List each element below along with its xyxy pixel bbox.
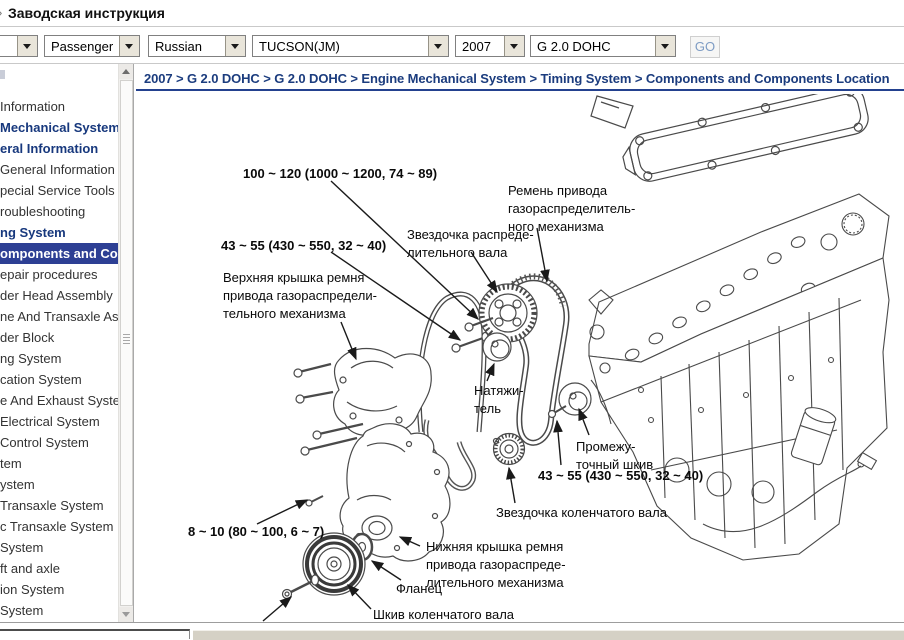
title-bar: › Заводская инструкция [0,0,904,27]
dropdown-arrow-button[interactable] [504,36,524,56]
vehicle-toolbar: Passenger Russian TUCSON(JM) 2007 G 2.0 … [0,27,904,64]
sidebar-item[interactable]: cation System [0,369,118,390]
arrow-up-icon [122,69,130,74]
chevron-down-icon [510,44,518,49]
sidebar-item[interactable]: Control System [0,432,118,453]
sidebar-item[interactable]: Mechanical System [0,117,118,138]
chevron-down-icon [125,44,133,49]
sidebar-scrollbar[interactable] [118,64,133,622]
dropdown-arrow-button[interactable] [119,36,139,56]
sidebar-item[interactable]: tem [0,453,118,474]
sidebar-item[interactable]: roubleshooting [0,201,118,222]
sidebar-item[interactable]: epair procedures [0,264,118,285]
sidebar-item-selected[interactable]: omponents and Co [0,243,118,264]
sidebar-item[interactable]: ne And Transaxle As [0,306,118,327]
sidebar-item[interactable]: ion System [0,579,118,600]
sidebar-item[interactable]: ystem [0,474,118,495]
select-model[interactable]: TUCSON(JM) [252,35,449,57]
sidebar-item[interactable]: eral Information [0,138,118,159]
sidebar-item[interactable]: e And Exhaust Syste [0,390,118,411]
page-title: Заводская инструкция [8,5,165,21]
sidebar-item[interactable]: Information [0,96,118,117]
dropdown-arrow-button[interactable] [225,36,245,56]
navigation-sidebar: Information Mechanical System eral Infor… [0,64,133,622]
torque-label-tensioner: 43 ~ 55 (430 ~ 550, 32 ~ 40) [221,237,386,255]
torque-label-cover: 8 ~ 10 (80 ~ 100, 6 ~ 7) [188,523,324,541]
sidebar-item[interactable]: General Information [0,159,118,180]
sidebar-item[interactable]: Electrical System [0,411,118,432]
select-passenger[interactable]: Passenger [44,35,140,57]
sidebar-item[interactable]: System [0,600,118,621]
main-content: 2007 > G 2.0 DOHC > G 2.0 DOHC > Engine … [133,64,904,622]
sidebar-item[interactable]: der Head Assembly [0,285,118,306]
chevron-down-icon [434,44,442,49]
label-crank-sprocket: Звездочка коленчатого вала [496,504,667,522]
bottom-frame [0,622,904,639]
select-clipped[interactable] [0,35,38,57]
sidebar-item[interactable]: System [0,537,118,558]
select-year-value: 2007 [462,39,491,54]
torque-label-idler: 43 ~ 55 (430 ~ 550, 32 ~ 40) [538,467,703,485]
sidebar-item[interactable]: c Transaxle System [0,516,118,537]
breadcrumb: 2007 > G 2.0 DOHC > G 2.0 DOHC > Engine … [144,71,889,86]
label-lower-cover: Нижняя крышка ремня привода газораспреде… [426,538,566,592]
dropdown-arrow-button[interactable] [655,36,675,56]
label-tensioner: Натяжи- тель [474,382,524,418]
select-engine-value: G 2.0 DOHC [537,39,611,54]
scroll-up-button[interactable] [119,64,133,79]
sidebar-item[interactable]: ft and axle [0,558,118,579]
tree-icon-fragment [0,70,5,79]
sidebar-item[interactable]: ng System [0,222,118,243]
scroll-down-button[interactable] [119,607,133,622]
sidebar-list: Information Mechanical System eral Infor… [0,96,118,621]
select-engine[interactable]: G 2.0 DOHC [530,35,676,57]
chevron-down-icon [231,44,239,49]
sidebar-item[interactable]: Transaxle System [0,495,118,516]
label-upper-cover: Верхняя крышка ремня привода газораспред… [223,269,377,323]
scrollbar-thumb[interactable] [120,80,133,606]
label-flange: Фланец [396,580,442,598]
sidebar-item[interactable]: der Block [0,327,118,348]
status-bar [193,630,904,640]
service-manual-window: { "title": "Заводская инструкция", "titl… [0,0,904,638]
sidebar-item[interactable]: pecial Service Tools [0,180,118,201]
breadcrumb-underline [136,89,904,91]
select-language[interactable]: Russian [148,35,246,57]
chevron-down-icon [23,44,31,49]
torque-label-cam: 100 ~ 120 (1000 ~ 1200, 74 ~ 89) [243,165,437,183]
arrow-down-icon [122,612,130,617]
dropdown-arrow-button[interactable] [428,36,448,56]
go-button[interactable]: GO [690,36,720,58]
sidebar-item[interactable]: ng System [0,348,118,369]
breadcrumb-arrow-icon: › [0,5,2,20]
select-year[interactable]: 2007 [455,35,525,57]
dropdown-arrow-button[interactable] [17,36,37,56]
select-model-value: TUCSON(JM) [259,39,340,54]
engine-timing-diagram: 100 ~ 120 (1000 ~ 1200, 74 ~ 89) Ремень … [134,94,904,622]
select-language-value: Russian [155,39,202,54]
scrollbar-grip [123,334,130,345]
chevron-down-icon [661,44,669,49]
select-passenger-value: Passenger [51,39,113,54]
label-cam-sprocket: Звездочка распреде- лительного вала [407,226,534,262]
